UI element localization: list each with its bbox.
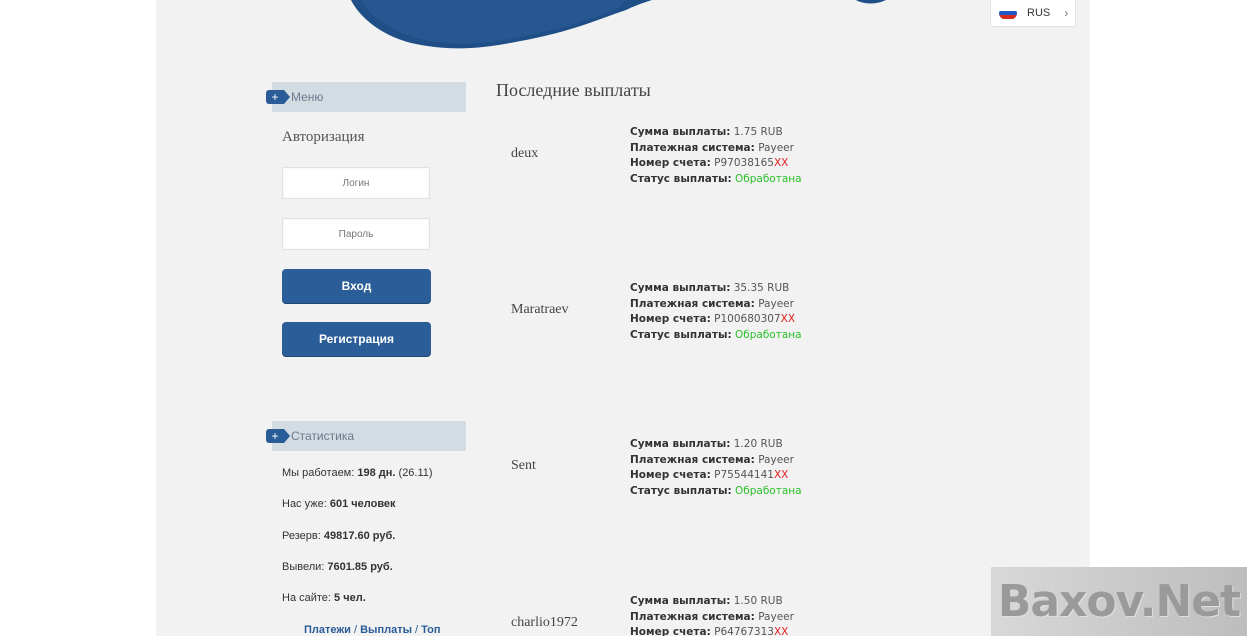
stat-label: Резерв:: [282, 530, 324, 542]
payout-amount-value: 1.75 RUB: [733, 126, 783, 138]
payout-system-row: Платежная система: Payeer: [630, 610, 794, 626]
payout-system-value: Payeer: [758, 297, 794, 310]
stat-label: Нас уже:: [282, 498, 330, 510]
payout-status-label: Статус выплаты:: [630, 485, 732, 498]
link-separator: /: [411, 624, 422, 636]
payout-system-label: Платежная система:: [630, 453, 755, 466]
watermark: Baxov.Net: [991, 567, 1247, 636]
stat-date: (26.11): [395, 467, 433, 479]
payout-amount-label: Сумма выплаты:: [630, 282, 731, 294]
payout-account-value: P100680307: [714, 313, 781, 326]
payout-account-label: Номер счета:: [630, 313, 711, 326]
auth-title: Авторизация: [282, 129, 365, 145]
password-input[interactable]: [282, 218, 430, 250]
page-title: Последние выплаты: [496, 80, 651, 100]
payout-account-row: Номер счета: P64767313XX: [630, 625, 794, 636]
menu-header[interactable]: + Меню: [266, 82, 466, 112]
language-label: RUS: [1027, 7, 1051, 19]
payout-amount-row: Сумма выплаты: 1.20 RUB: [630, 437, 802, 453]
payout-account-mask: XX: [773, 626, 789, 636]
payout-details: Сумма выплаты: 35.35 RUB Платежная систем…: [630, 281, 802, 344]
payout-account-mask: XX: [780, 313, 796, 326]
payout-username: Sent: [511, 458, 536, 473]
payout-status-value: Обработана: [734, 329, 802, 342]
stat-value: 198 дн.: [357, 467, 396, 479]
payout-username: deux: [511, 146, 539, 161]
payout-account-value: P64767313: [714, 626, 774, 636]
payout-amount-row: Сумма выплаты: 1.50 RUB: [630, 594, 794, 610]
payout-amount-row: Сумма выплаты: 35.35 RUB: [630, 281, 802, 297]
payout-status-value: Обработана: [734, 485, 802, 498]
payout-amount-value: 1.50 RUB: [733, 595, 783, 607]
payout-amount-label: Сумма выплаты:: [630, 595, 731, 607]
plus-icon: +: [266, 429, 290, 443]
stat-working-days: Мы работаем: 198 дн. (26.11): [282, 467, 433, 479]
payout-status-label: Статус выплаты:: [630, 173, 732, 186]
stat-reserve: Резерв: 49817.60 руб.: [282, 530, 395, 542]
stat-withdrawn: Вывели: 7601.85 руб.: [282, 561, 393, 573]
stats-header[interactable]: + Статистика: [266, 421, 466, 451]
payout-amount-value: 1.20 RUB: [733, 438, 783, 450]
stat-online: На сайте: 5 чел.: [282, 592, 366, 604]
stat-value: 49817.60 руб.: [323, 530, 396, 542]
stat-label: Вывели:: [282, 561, 328, 573]
stat-value: 7601.85 руб.: [327, 561, 393, 573]
payout-username: Maratraev: [511, 302, 569, 317]
plus-icon: +: [266, 90, 290, 104]
payout-system-label: Платежная система:: [630, 141, 755, 154]
stats-header-label: Статистика: [291, 429, 355, 443]
payout-account-label: Номер счета:: [630, 469, 711, 482]
payout-details: Сумма выплаты: 1.50 RUB Платежная система…: [630, 594, 794, 636]
stats-links: Платежи / Выплаты / Топ: [304, 624, 441, 636]
payout-account-label: Номер счета:: [630, 626, 711, 636]
russia-flag-icon: [999, 6, 1017, 20]
link-separator: /: [350, 624, 361, 636]
menu-header-label: Меню: [291, 90, 324, 104]
payout-system-row: Платежная система: Payeer: [630, 453, 802, 469]
link-payouts[interactable]: Выплаты: [360, 624, 412, 636]
page: RUS › + Меню Авторизация Вход Регистраци…: [156, 0, 1090, 636]
payout-status-value: Обработана: [734, 173, 802, 186]
link-top[interactable]: Топ: [421, 624, 440, 636]
stat-value: 5 чел.: [334, 592, 366, 604]
payout-status-label: Статус выплаты:: [630, 329, 732, 342]
payout-account-value: P75544141: [714, 469, 774, 482]
payout-details: Сумма выплаты: 1.20 RUB Платежная система…: [630, 437, 802, 500]
payout-system-label: Платежная система:: [630, 297, 755, 310]
payout-status-row: Статус выплаты: Обработана: [630, 484, 802, 500]
payout-amount-label: Сумма выплаты:: [630, 126, 731, 138]
chevron-right-icon: ›: [1064, 6, 1069, 20]
payout-account-row: Номер счета: P100680307XX: [630, 312, 802, 328]
payout-status-row: Статус выплаты: Обработана: [630, 172, 802, 188]
payout-amount-label: Сумма выплаты:: [630, 438, 731, 450]
payout-system-value: Payeer: [758, 141, 794, 154]
payout-system-value: Payeer: [758, 610, 794, 623]
payout-amount-value: 35.35 RUB: [733, 282, 790, 294]
login-input[interactable]: [282, 167, 430, 199]
stat-value: 601 человек: [329, 498, 396, 510]
language-selector[interactable]: RUS ›: [990, 0, 1076, 27]
payout-details: Сумма выплаты: 1.75 RUB Платежная система…: [630, 125, 802, 188]
payout-account-row: Номер счета: P75544141XX: [630, 468, 802, 484]
payout-account-mask: XX: [773, 157, 789, 170]
payout-system-row: Платежная система: Payeer: [630, 141, 802, 157]
payout-system-label: Платежная система:: [630, 610, 755, 623]
payout-account-mask: XX: [773, 469, 789, 482]
stat-label: На сайте:: [282, 592, 335, 604]
login-button[interactable]: Вход: [282, 269, 431, 303]
payout-username: charlio1972: [511, 615, 578, 630]
payout-system-row: Платежная система: Payeer: [630, 297, 802, 313]
payout-amount-row: Сумма выплаты: 1.75 RUB: [630, 125, 802, 141]
header-wave: [351, 0, 886, 49]
stat-users: Нас уже: 601 человек: [282, 498, 396, 510]
stat-label: Мы работаем:: [282, 467, 358, 479]
link-payments[interactable]: Платежи: [304, 624, 351, 636]
payout-account-label: Номер счета:: [630, 157, 711, 170]
payout-account-value: P97038165: [714, 157, 774, 170]
payout-system-value: Payeer: [758, 453, 794, 466]
payout-status-row: Статус выплаты: Обработана: [630, 328, 802, 344]
payout-account-row: Номер счета: P97038165XX: [630, 156, 802, 172]
register-button[interactable]: Регистрация: [282, 322, 431, 356]
